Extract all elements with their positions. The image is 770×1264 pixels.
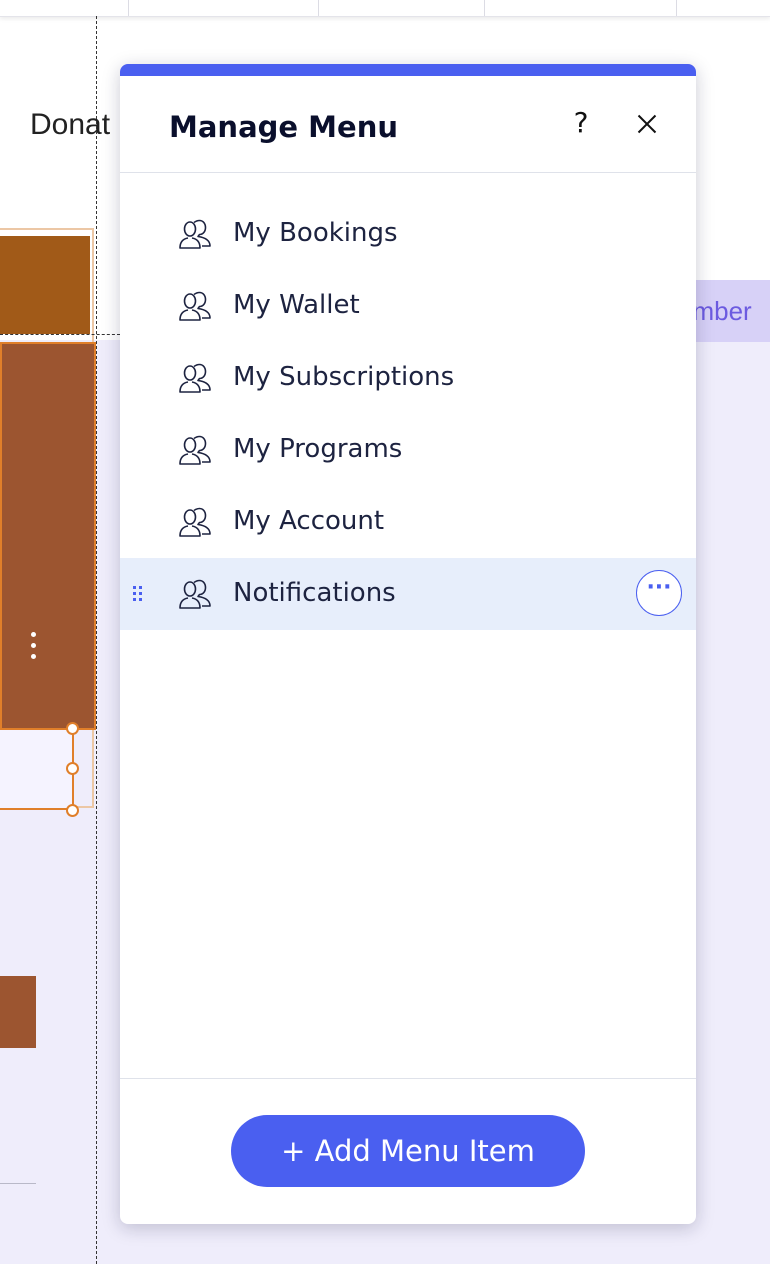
panel-header: Manage Menu ? [120, 76, 696, 173]
panel-title: Manage Menu [169, 110, 398, 144]
resize-selection-box[interactable] [0, 728, 74, 810]
ruler-tick [318, 0, 319, 16]
resize-handle-top[interactable] [66, 722, 79, 735]
menu-item[interactable]: My Bookings [120, 198, 696, 270]
menu-item-label: My Subscriptions [233, 362, 455, 392]
horizontal-guide-line [0, 334, 120, 335]
site-nav-item-donate[interactable]: Donat [30, 108, 110, 142]
help-button[interactable]: ? [566, 106, 596, 140]
ruler-tick [128, 0, 129, 16]
strip-header-block[interactable] [0, 236, 90, 334]
ruler-tick [484, 0, 485, 16]
menu-item-label: My Account [233, 506, 385, 536]
members-icon [179, 219, 211, 249]
drag-handle-icon[interactable] [133, 586, 145, 602]
menu-item-list: My Bookings My Wallet My Subscriptions M… [120, 198, 696, 630]
members-icon [179, 363, 211, 393]
manage-menu-panel: Manage Menu ? My Bookings My Wallet My S… [120, 64, 696, 1224]
members-icon [179, 435, 211, 465]
vertical-guide-line [96, 16, 97, 1264]
top-ruler [0, 0, 770, 17]
members-icon [179, 507, 211, 537]
menu-item-label: My Programs [233, 434, 403, 464]
menu-item[interactable]: My Subscriptions [120, 342, 696, 414]
resize-handle-middle[interactable] [66, 762, 79, 775]
menu-item-label: My Wallet [233, 290, 360, 320]
resize-handle-bottom[interactable] [66, 804, 79, 817]
panel-accent-bar [120, 64, 696, 76]
menu-item-selected[interactable]: Notifications ··· [120, 558, 696, 630]
members-icon [179, 579, 211, 609]
close-icon[interactable] [633, 110, 661, 138]
strip-body-block[interactable] [0, 342, 96, 730]
ruler-tick [676, 0, 677, 16]
menu-item[interactable]: My Programs [120, 414, 696, 486]
menu-item[interactable]: My Account [120, 486, 696, 558]
panel-footer: + Add Menu Item [120, 1078, 696, 1224]
kebab-menu-icon[interactable] [28, 632, 38, 664]
menu-item-label: My Bookings [233, 218, 398, 248]
more-actions-button[interactable]: ··· [636, 570, 682, 616]
menu-item[interactable]: My Wallet [120, 270, 696, 342]
brown-element[interactable] [0, 976, 36, 1048]
add-menu-item-button[interactable]: + Add Menu Item [231, 1115, 585, 1187]
menu-item-label: Notifications [233, 578, 396, 608]
divider-line [0, 1183, 36, 1184]
members-icon [179, 291, 211, 321]
